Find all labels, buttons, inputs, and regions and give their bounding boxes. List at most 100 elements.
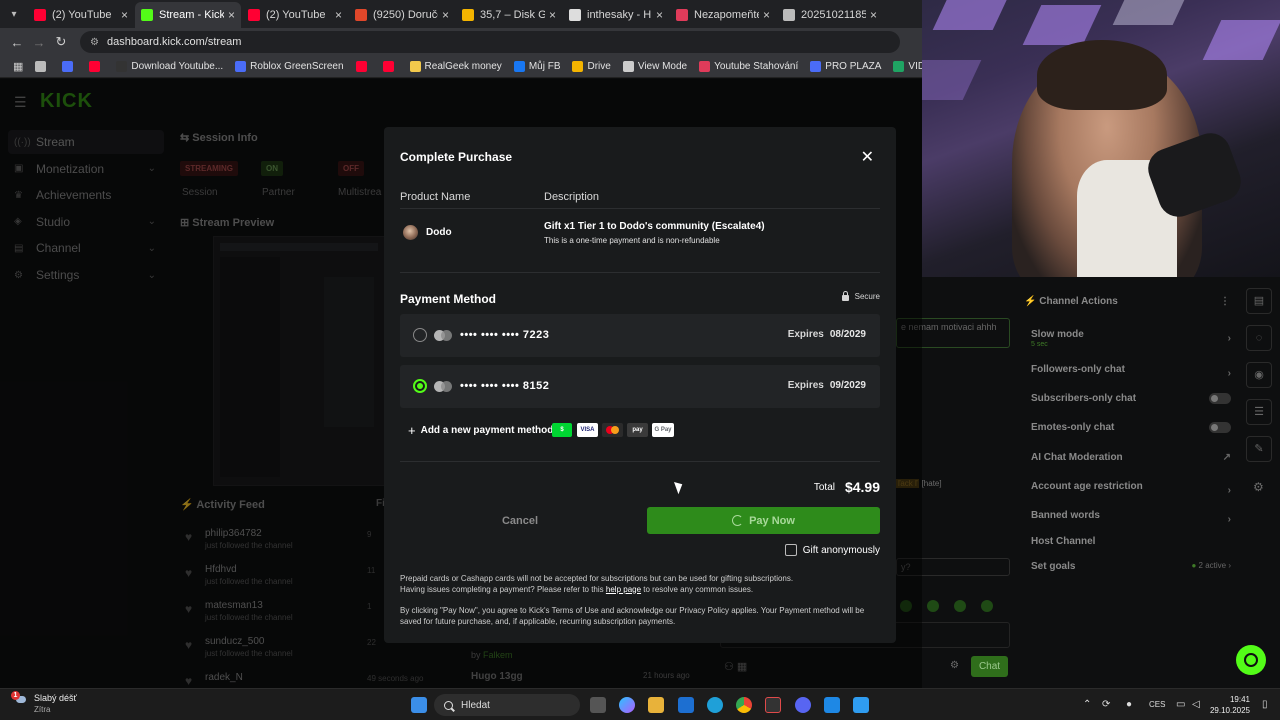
app-icon[interactable] [853,697,869,713]
bookmark-item[interactable] [57,61,82,72]
bookmark-item[interactable] [351,61,376,72]
emote-icon[interactable] [981,600,993,612]
channel-action-label: Set goals [1031,561,1076,572]
close-tab-icon[interactable]: × [870,8,877,22]
rail-settings-icon[interactable]: ⚙ [1253,480,1264,494]
bookmark-label: Download Youtube... [131,61,224,72]
toggle-switch[interactable] [1209,422,1231,433]
saved-card-option[interactable]: •••• •••• •••• 7223 Expires 08/2029 [400,314,880,357]
browser-tab[interactable]: 20251021185634 × [777,2,883,28]
bookmark-item[interactable]: Download Youtube... [111,61,228,72]
chevron-right-icon: › [1227,333,1231,344]
terminal-icon[interactable] [765,697,781,713]
weather-widget[interactable]: 1 Slabý déšť Zítra [11,691,77,714]
bookmark-item[interactable]: Můj FB [509,61,566,72]
bookmark-item[interactable]: View Mode [618,61,692,72]
site-info-icon[interactable]: ⚙ [90,37,99,48]
channel-action-subscribers-only-chat[interactable]: Subscribers-only chat [1031,393,1231,404]
channel-action-followers-only-chat[interactable]: Followers-only chat › [1031,364,1231,379]
bookmark-item[interactable]: Youtube Stahování [694,61,803,72]
discord-icon[interactable] [795,697,811,713]
start-icon[interactable] [411,697,427,713]
back-icon[interactable]: ← [6,35,28,50]
product-note: This is a one-time payment and is non-re… [544,236,720,245]
channel-action-banned-words[interactable]: Banned words › [1031,510,1231,525]
url-bar[interactable]: ⚙ dashboard.kick.com/stream [80,31,900,53]
browser-tab[interactable]: (2) YouTube × [28,2,134,28]
apps-icon[interactable]: ▦ [8,60,28,73]
bookmark-item[interactable] [378,61,403,72]
close-tab-icon[interactable]: × [442,8,449,22]
bookmark-favicon-icon [35,61,47,72]
language-indicator[interactable]: CES [1149,700,1165,709]
help-page-link[interactable]: help page [606,585,641,594]
microphone-icon[interactable]: ● [1126,699,1132,710]
close-tab-icon[interactable]: × [656,8,663,22]
browser-tab[interactable]: Nezapomeňte na × [670,2,776,28]
rail-tool-icon[interactable]: ✎ [1246,436,1272,462]
mastercard-icon [602,423,623,437]
browser-tab[interactable]: 35,7 – Disk Google × [456,2,562,28]
browser-tab[interactable]: (9250) Doručené × [349,2,455,28]
forward-icon[interactable]: → [28,35,50,50]
support-chat-button[interactable] [1236,645,1266,675]
rail-list-icon[interactable]: ☰ [1246,399,1272,425]
browser-tab[interactable]: Stream - Kick Das × [135,2,241,28]
close-tab-icon[interactable]: × [763,8,770,22]
cancel-button[interactable]: Cancel [400,507,640,534]
channel-action-account-age-restriction[interactable]: Account age restriction › [1031,481,1231,496]
checkbox[interactable] [784,544,797,556]
radio-button[interactable] [413,379,427,393]
volume-icon[interactable]: ◁ [1192,699,1200,710]
file-explorer-icon[interactable] [648,697,664,713]
bookmark-item[interactable] [30,61,55,72]
channel-action-ai-chat-moderation[interactable]: AI Chat Moderation ↗ [1031,452,1231,463]
network-icon[interactable]: ▭ [1176,699,1185,710]
close-icon[interactable]: ✕ [861,147,874,167]
pay-now-button[interactable]: Pay Now [647,507,880,534]
emote-icon[interactable] [954,600,966,612]
channel-action-set-goals[interactable]: Set goals ● 2 active › [1031,561,1231,572]
reload-icon[interactable]: ↻ [50,34,72,50]
close-tab-icon[interactable]: × [335,8,342,22]
close-tab-icon[interactable]: × [228,8,235,22]
rail-doc-icon[interactable]: ▤ [1246,288,1272,314]
edge-icon[interactable] [707,697,723,713]
channel-action-host-channel[interactable]: Host Channel [1031,536,1231,547]
outlook-icon[interactable] [678,697,694,713]
gift-anonymously-checkbox[interactable]: Gift anonymously [784,544,880,556]
app-icon[interactable] [824,697,840,713]
bookmark-item[interactable]: PRO PLAZA [805,61,886,72]
saved-card-option[interactable]: •••• •••• •••• 8152 Expires 09/2029 [400,365,880,408]
task-view-icon[interactable] [590,697,606,713]
chat-send-button[interactable]: Chat [971,656,1008,677]
tab-search-icon[interactable]: ▾ [0,0,28,28]
close-tab-icon[interactable]: × [549,8,556,22]
notifications-icon[interactable]: ▯ [1262,699,1268,710]
tray-overflow-icon[interactable]: ⌃ [1083,699,1091,710]
bookmark-item[interactable] [84,61,109,72]
toggle-switch[interactable] [1209,393,1231,404]
channel-action-slow-mode[interactable]: Slow mode 5 sec › [1031,329,1231,348]
browser-tab[interactable]: (2) YouTube × [242,2,348,28]
add-payment-method-button[interactable]: + Add a new payment method [408,423,553,438]
chrome-icon[interactable] [736,697,752,713]
chat-settings-icon[interactable]: ⚙ [950,660,959,671]
copilot-icon[interactable] [619,697,635,713]
more-icon[interactable]: ⋮ [1220,296,1230,307]
bookmark-item[interactable]: Drive [567,61,615,72]
bookmark-favicon-icon [893,61,905,72]
rail-chat-icon[interactable]: ◌ [1246,325,1272,351]
bookmark-item[interactable]: Roblox GreenScreen [230,61,348,72]
taskbar-search[interactable]: Hledat [434,694,580,716]
browser-tab[interactable]: inthesaky - Hleda × [563,2,669,28]
close-tab-icon[interactable]: × [121,8,128,22]
sync-icon[interactable]: ⟳ [1102,699,1110,710]
bookmark-item[interactable]: RealGeek money [405,61,507,72]
emote-icon[interactable] [927,600,939,612]
rail-broadcast-icon[interactable]: ◉ [1246,362,1272,388]
clock[interactable]: 19:41 29.10.2025 [1210,694,1250,716]
channel-action-emotes-only-chat[interactable]: Emotes-only chat [1031,422,1231,433]
radio-button[interactable] [413,328,427,342]
tab-favicon-icon [355,9,367,21]
